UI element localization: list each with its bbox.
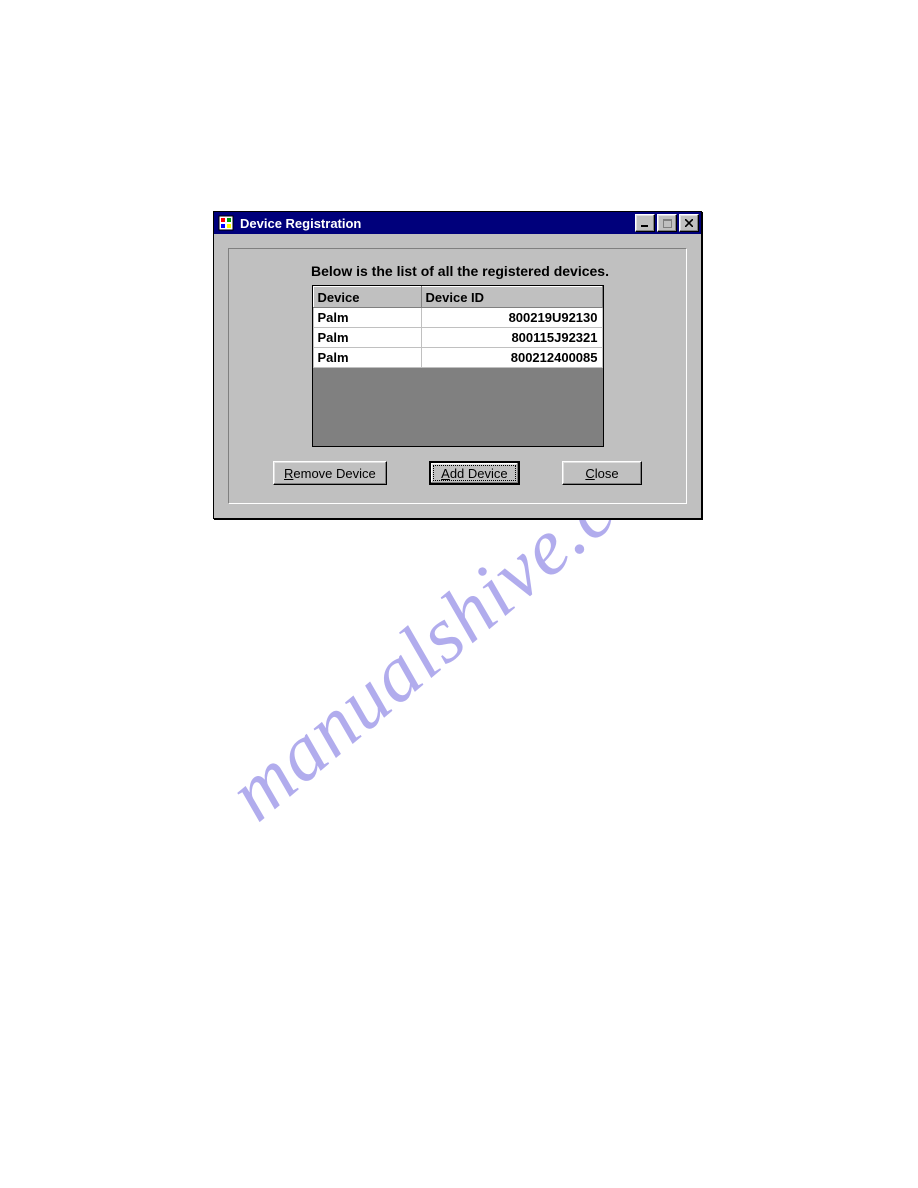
- cell-device: Palm: [313, 308, 421, 328]
- remove-device-button[interactable]: Remove Device: [273, 461, 387, 485]
- table-row[interactable]: Palm 800212400085: [313, 348, 602, 368]
- col-header-device[interactable]: Device: [313, 287, 421, 308]
- device-grid[interactable]: Device Device ID Palm 800219U92130 Palm …: [312, 285, 604, 447]
- table-row[interactable]: Palm 800115J92321: [313, 328, 602, 348]
- button-row: Remove Device Add Device Close: [271, 461, 644, 485]
- header-row: Device Device ID: [313, 287, 602, 308]
- client-area: Below is the list of all the registered …: [214, 234, 701, 518]
- maximize-button[interactable]: [657, 214, 677, 232]
- cell-device: Palm: [313, 348, 421, 368]
- close-dialog-button[interactable]: Close: [562, 461, 642, 485]
- minimize-button[interactable]: [635, 214, 655, 232]
- table-row[interactable]: Palm 800219U92130: [313, 308, 602, 328]
- col-header-device-id[interactable]: Device ID: [421, 287, 602, 308]
- panel-heading: Below is the list of all the registered …: [271, 263, 644, 285]
- titlebar[interactable]: Device Registration: [214, 212, 701, 234]
- cell-device: Palm: [313, 328, 421, 348]
- close-button[interactable]: [679, 214, 699, 232]
- add-device-button[interactable]: Add Device: [429, 461, 519, 485]
- cell-device-id: 800212400085: [421, 348, 602, 368]
- cell-device-id: 800219U92130: [421, 308, 602, 328]
- inset-panel: Below is the list of all the registered …: [228, 248, 687, 504]
- device-registration-window: Device Registration Below is the list of…: [213, 211, 702, 519]
- app-icon: [218, 215, 234, 231]
- cell-device-id: 800115J92321: [421, 328, 602, 348]
- window-title: Device Registration: [238, 216, 635, 231]
